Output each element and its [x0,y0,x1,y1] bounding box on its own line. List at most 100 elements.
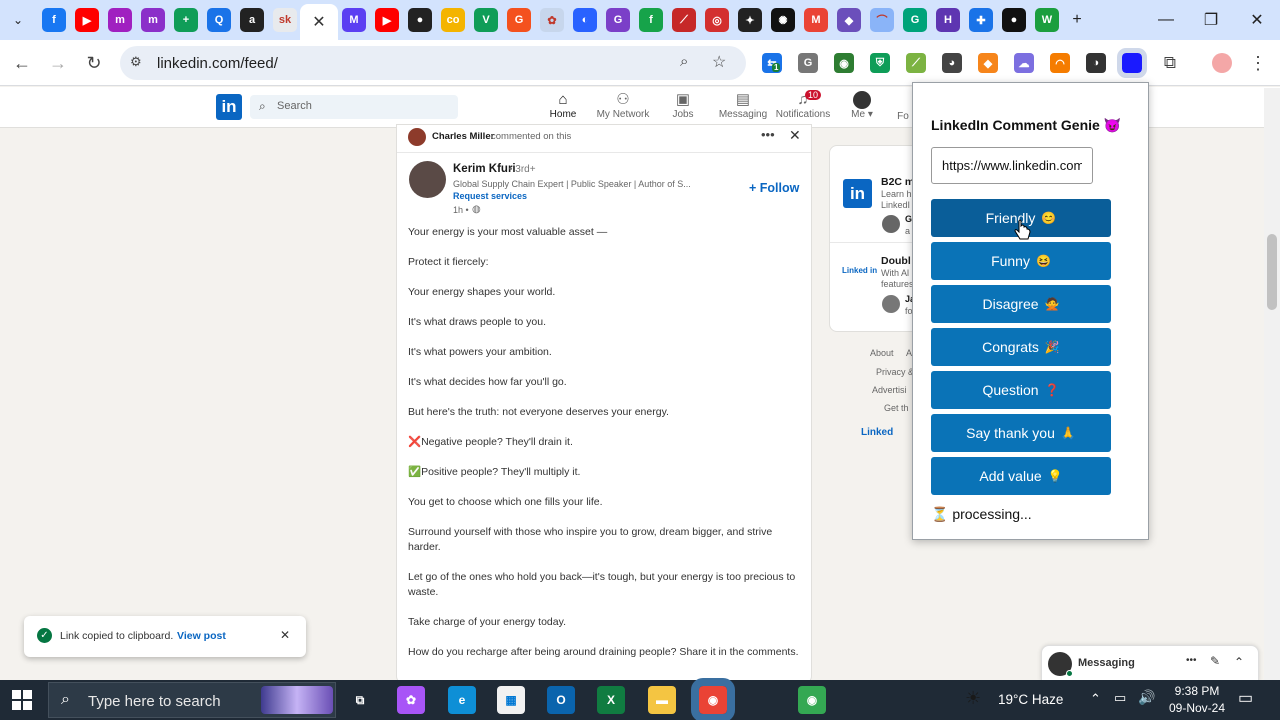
reload-button[interactable]: ↻ [80,49,108,77]
url-text[interactable]: linkedin.com/feed/ [157,55,278,72]
rail-item-title[interactable]: B2C m [881,176,914,188]
bookmark-star-icon[interactable]: ☆ [712,52,726,72]
window-close-button[interactable]: ✕ [1239,6,1275,34]
gmail-icon[interactable]: M [804,8,828,32]
w-green-icon[interactable]: W [1035,8,1059,32]
amazon-icon[interactable]: a [240,8,264,32]
q-blue-icon[interactable]: Q [207,8,231,32]
more-options-icon[interactable]: ••• [1186,655,1197,666]
nav-me[interactable]: Me ▾ [827,91,897,120]
author-name[interactable]: Kerim Kfuri [453,163,516,175]
battery-icon[interactable]: ▭ [1114,690,1126,706]
activity-avatar[interactable] [408,128,426,146]
chrome-icon[interactable]: ◉ [691,678,735,720]
gemini-ext-icon[interactable]: G [798,53,818,73]
windows-start-icon[interactable] [12,690,32,710]
notifications-center-icon[interactable]: ▭ [1238,688,1253,708]
lm-icon[interactable]: M [342,8,366,32]
scrollbar-thumb[interactable] [1267,234,1277,310]
menu-kebab-icon[interactable]: ⋮ [1244,49,1272,77]
activity-actor[interactable]: Charles Miller [432,131,494,142]
post-url-input[interactable] [931,147,1093,184]
linkedin-logo[interactable]: in [216,94,242,120]
tab-search-button[interactable]: ⌄ [4,6,32,34]
grammarly-icon[interactable]: G [606,8,630,32]
minimize-button[interactable]: — [1148,6,1184,34]
weather-text[interactable]: 19°C Haze [998,692,1063,707]
outlook-icon[interactable]: O [547,686,575,714]
footer-about[interactable]: About [870,348,894,358]
dismiss-icon[interactable]: ✕ [789,127,801,144]
author-avatar[interactable] [409,161,446,198]
m-purple-icon[interactable]: m [141,8,165,32]
compass-icon[interactable]: ✦ [738,8,762,32]
tray-chevron-icon[interactable]: ⌃ [1090,691,1101,707]
say-thank-you-button[interactable]: Say thank you 🙏 [931,414,1111,452]
page-scrollbar[interactable] [1264,88,1280,680]
shield-purple-icon[interactable]: ◆ [837,8,861,32]
collapse-chevron-icon[interactable]: ⌃ [1234,655,1244,669]
leaf-ext-icon[interactable]: ⟋ [906,53,926,73]
add-value-button[interactable]: Add value 💡 [931,457,1111,495]
volume-icon[interactable]: 🔊 [1138,689,1155,706]
restore-button[interactable]: ❐ [1193,6,1229,34]
toast-close-icon[interactable]: ✕ [280,628,290,642]
target-icon[interactable]: ◎ [705,8,729,32]
footer-get-app[interactable]: Get th [884,403,909,413]
question-button[interactable]: Question ❓ [931,371,1111,409]
footer-advertising[interactable]: Advertisi [872,385,907,395]
copilot-icon[interactable]: ✿ [397,686,425,714]
clock-time[interactable]: 9:38 PM [1169,684,1225,698]
taskbar-search-box[interactable]: ⌕ Type here to search [48,682,336,718]
ukraine-icon[interactable]: ◐ [573,8,597,32]
co-icon[interactable]: co [441,8,465,32]
profile-avatar[interactable] [1212,53,1232,73]
orbit-ext-icon[interactable]: ◑ [1086,53,1106,73]
funny-button[interactable]: Funny 😆 [931,242,1111,280]
clock-date[interactable]: 09-Nov-24 [1160,701,1234,715]
youtube-icon[interactable]: ▶ [375,8,399,32]
g-teal-icon[interactable]: G [903,8,927,32]
f-green-icon[interactable]: f [639,8,663,32]
excel-icon[interactable]: X [597,686,625,714]
store-icon[interactable]: ▦ [497,686,525,714]
sk-icon[interactable]: sk [273,8,297,32]
cloud-ext-icon[interactable]: ☁ [1014,53,1034,73]
congrats-button[interactable]: Congrats 🎉 [931,328,1111,366]
more-options-icon[interactable]: ••• [761,127,775,142]
explorer-icon[interactable]: ▬ [648,686,676,714]
blue-square-ext-icon[interactable] [1117,48,1147,78]
task-view-icon[interactable]: ⧉ [346,686,374,714]
footer-privacy[interactable]: Privacy & [876,367,914,377]
rainbow-icon[interactable]: ⌒ [870,8,894,32]
dark-circle-icon[interactable]: ● [1002,8,1026,32]
rail-item-title[interactable]: Doubl [881,255,911,267]
v-green-icon[interactable]: V [474,8,498,32]
openai-icon[interactable]: ✿ [540,8,564,32]
soccer-icon[interactable]: ● [408,8,432,32]
request-services-link[interactable]: Request services [453,191,527,201]
compose-icon[interactable]: ✎ [1210,654,1220,668]
follow-button[interactable]: + Follow [749,181,799,195]
facebook-icon[interactable]: f [42,8,66,32]
chart-icon[interactable]: ⟋ [672,8,696,32]
back-button[interactable]: ← [8,49,36,77]
h-purple-icon[interactable]: H [936,8,960,32]
ghost-ext-icon[interactable]: ◕ [942,53,962,73]
forward-button[interactable]: → [44,49,72,77]
active-tab-linkedin[interactable]: ✕ [300,4,338,40]
messaging-overlay[interactable]: Messaging ••• ✎ ⌃ [1041,645,1259,681]
close-icon[interactable]: ✕ [312,12,325,32]
metamask-ext-icon[interactable]: ◆ [978,53,998,73]
view-post-link[interactable]: View post [177,630,226,642]
sheets-plus-icon[interactable]: + [174,8,198,32]
g-orange-icon[interactable]: G [507,8,531,32]
zoom-search-icon[interactable]: ⌕ [680,53,688,70]
search-input[interactable]: Search [250,95,458,119]
puzzle-icon[interactable]: ✚ [969,8,993,32]
frog-ext-icon[interactable]: ◉ [834,53,854,73]
address-bar[interactable]: ⚙ linkedin.com/feed/ ⌕ ☆ [120,46,746,80]
chrome-icon[interactable]: ◉ [798,686,826,714]
extensions-puzzle-icon[interactable]: ⧉ [1156,49,1184,77]
rss-ext-icon[interactable]: ◠ [1050,53,1070,73]
